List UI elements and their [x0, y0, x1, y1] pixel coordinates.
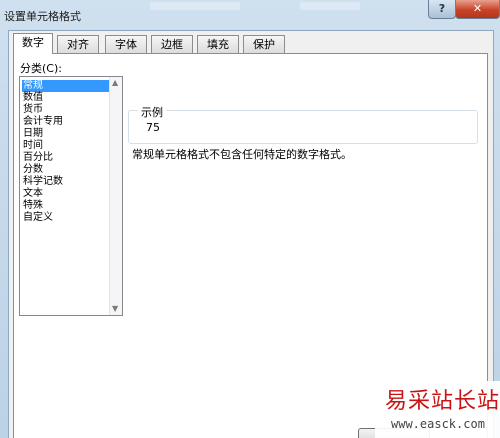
category-item-fraction[interactable]: 分数: [22, 164, 109, 176]
category-listbox[interactable]: 常规 数值 货币 会计专用 日期 时间 百分比 分数 科学记数 文本 特殊 自定…: [19, 76, 123, 316]
tab-alignment[interactable]: 对齐: [57, 35, 99, 53]
dialog-title: 设置单元格格式: [4, 10, 81, 23]
category-item-accounting[interactable]: 会计专用: [22, 116, 109, 128]
watermark-name: 易采站长站: [385, 389, 500, 414]
chevron-up-icon[interactable]: ▲: [112, 79, 118, 87]
category-item-currency[interactable]: 货币: [22, 104, 109, 116]
help-button[interactable]: ?: [428, 0, 456, 19]
help-icon: ?: [438, 2, 446, 15]
category-item-general[interactable]: 常规: [22, 80, 109, 92]
category-item-scientific[interactable]: 科学记数: [22, 176, 109, 188]
title-bar[interactable]: 设置单元格格式 ? ✕: [0, 0, 500, 30]
category-item-text[interactable]: 文本: [22, 188, 109, 200]
category-item-number[interactable]: 数值: [22, 92, 109, 104]
listbox-scrollbar[interactable]: ▲ ▼: [109, 77, 122, 315]
category-item-custom[interactable]: 自定义: [22, 212, 109, 224]
sample-value: 75: [146, 121, 160, 134]
chevron-down-icon[interactable]: ▼: [112, 305, 118, 313]
close-icon: ✕: [472, 2, 483, 15]
format-description: 常规单元格格式不包含任何特定的数字格式。: [132, 148, 352, 161]
tab-number[interactable]: 数字: [13, 33, 53, 54]
watermark-url: www.easck.com: [391, 417, 485, 431]
sample-label: 示例: [138, 104, 166, 120]
tab-font[interactable]: 字体: [105, 35, 147, 53]
category-item-percentage[interactable]: 百分比: [22, 152, 109, 164]
dialog-body: 数字 对齐 字体 边框 填充 保护 分类(C): 常规 数值 货币 会计专用 日…: [8, 30, 494, 438]
category-item-special[interactable]: 特殊: [22, 200, 109, 212]
background-caption: [150, 2, 240, 10]
category-item-time[interactable]: 时间: [22, 140, 109, 152]
format-cells-dialog: 设置单元格格式 ? ✕ 数字 对齐 字体 边框 填充 保护 分类(C): 常规 …: [0, 0, 500, 438]
category-label: 分类(C):: [20, 62, 62, 75]
watermark-logo: 易采站长站 www.easck.com: [375, 381, 500, 438]
background-caption: [300, 2, 360, 10]
tab-fill[interactable]: 填充: [197, 35, 239, 53]
sample-group: [128, 110, 478, 144]
tab-protection[interactable]: 保护: [243, 35, 285, 53]
category-item-date[interactable]: 日期: [22, 128, 109, 140]
tab-border[interactable]: 边框: [151, 35, 193, 53]
close-button[interactable]: ✕: [455, 0, 500, 19]
